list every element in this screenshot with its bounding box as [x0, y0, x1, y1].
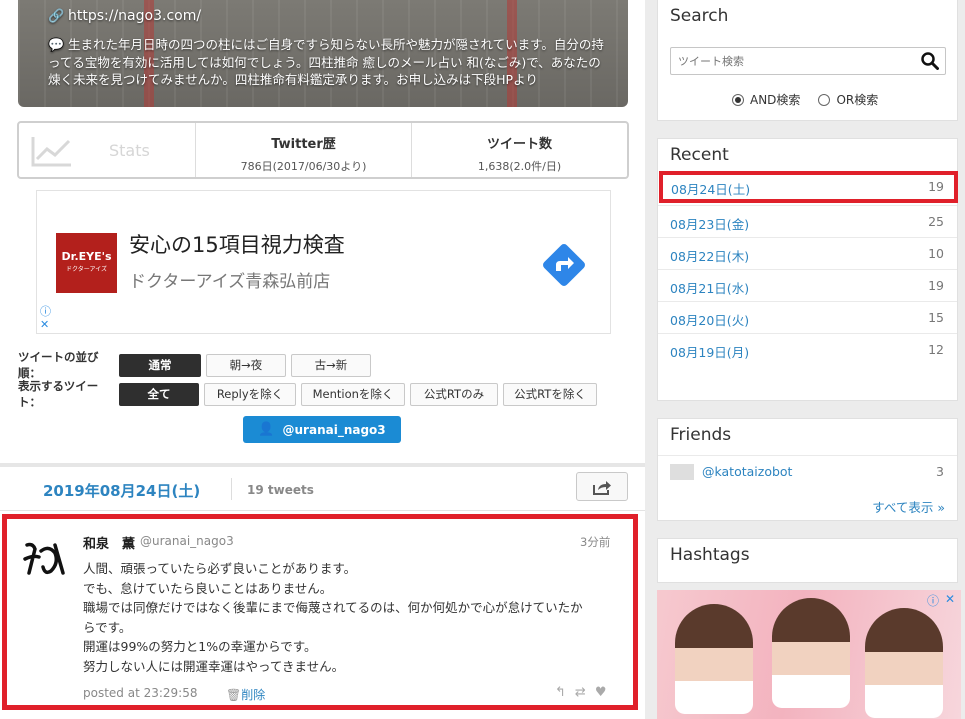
or-search-radio[interactable]: OR検索: [818, 91, 878, 108]
follow-button[interactable]: 👤 @uranai_nago3: [243, 416, 401, 443]
friends-title: Friends: [670, 425, 732, 445]
day-tweet-count: 19 tweets: [247, 483, 314, 497]
tweet-actions: ↰ ⇄ ♥: [555, 685, 606, 700]
profile-banner: 🔗 https://nago3.com/ 💬 生まれた年月日時の四つの柱にはご自身で…: [18, 0, 628, 107]
show-all-link[interactable]: すべて表示 »: [872, 497, 945, 516]
line-chart-icon: [31, 137, 71, 167]
profile-url[interactable]: 🔗 https://nago3.com/: [48, 8, 201, 25]
speech-bubble-icon: 💬: [48, 38, 65, 53]
filter-all-button[interactable]: 全て: [119, 382, 199, 406]
tweet-filter-label: 表示するツイート：: [18, 379, 99, 409]
tweet-time[interactable]: 3分前: [580, 534, 610, 550]
recent-item[interactable]: 08月20日(火) 15: [658, 301, 957, 333]
search-widget: Search AND検索 OR検索: [657, 0, 958, 121]
profile-description: 💬 生まれた年月日時の四つの柱にはご自身ですら知らない長所や魅力が隠されています。…: [48, 37, 604, 87]
directions-arrow-icon[interactable]: [540, 241, 588, 289]
search-mode: AND検索 OR検索: [732, 91, 878, 108]
advertisement[interactable]: Dr.EYE's ドクターアイズ 安心の15項目視力検査 ドクターアイズ青森弘前店…: [36, 190, 611, 334]
ad-info-icon[interactable]: ⓘ: [927, 592, 939, 609]
link-icon: 🔗: [48, 9, 65, 24]
tweet-filter-row: 表示するツイート： 全て Replyを除く Mentionを除く 公式RTのみ …: [18, 378, 602, 410]
ad-close-icon[interactable]: ✕: [40, 318, 49, 331]
ad-logo: Dr.EYE's ドクターアイズ: [56, 233, 117, 293]
recent-item[interactable]: 08月23日(金) 25: [658, 205, 957, 237]
sidebar-advertisement[interactable]: ⓘ ✕: [657, 590, 961, 719]
search-icon[interactable]: [921, 52, 939, 70]
filter-rt-only-button[interactable]: 公式RTのみ: [410, 382, 498, 406]
retweet-icon[interactable]: ⇄: [575, 685, 586, 700]
hashtags-widget: Hashtags: [657, 538, 958, 583]
like-icon[interactable]: ♥: [595, 685, 607, 700]
sort-order-label: ツイートの並び順：: [18, 350, 99, 380]
tweet-count-cell: ツイート数 1,638(2.0件/日): [411, 123, 627, 177]
sidebar: Search AND検索 OR検索 Recent 08月24日(土)19 08月…: [645, 0, 965, 719]
twitter-history-title: Twitter歴: [271, 137, 336, 152]
tweet-author-handle[interactable]: @uranai_nago3: [140, 534, 234, 548]
and-search-radio[interactable]: AND検索: [732, 91, 800, 108]
trash-icon: 🗑: [226, 688, 242, 702]
stats-panel: Stats Twitter歴 786日(2017/06/30より) ツイート数 …: [17, 121, 629, 179]
tweet-card: 和泉 薫 @uranai_nago3 3分前 人間、頑張っていたら必ず良いことが…: [2, 514, 638, 710]
share-icon: [593, 480, 611, 495]
tweet-author-name[interactable]: 和泉 薫: [83, 533, 135, 552]
twitter-history-cell: Twitter歴 786日(2017/06/30より): [195, 123, 411, 177]
ad-info-icon[interactable]: ⓘ: [40, 303, 51, 319]
person-icon: 👤: [258, 422, 275, 437]
avatar[interactable]: [19, 533, 69, 583]
friend-item[interactable]: @katotaizobot 3: [658, 455, 957, 487]
ad-close-icon[interactable]: ✕: [945, 592, 955, 606]
recent-item[interactable]: 08月21日(水) 19: [658, 269, 957, 301]
recent-item[interactable]: 08月24日(土) 19: [659, 171, 958, 203]
stats-label: Stats: [109, 141, 150, 160]
day-date[interactable]: 2019年08月24日(土): [43, 480, 200, 501]
recent-widget: Recent 08月24日(土) 19 08月23日(金) 25 08月22日(木)…: [657, 138, 958, 401]
twitter-history-value: 786日(2017/06/30より): [240, 160, 367, 173]
hashtags-title: Hashtags: [670, 545, 750, 565]
reply-icon[interactable]: ↰: [555, 685, 566, 700]
day-header: 2019年08月24日(土) 19 tweets: [0, 467, 645, 511]
tweet-count-value: 1,638(2.0件/日): [477, 160, 562, 173]
recent-item[interactable]: 08月19日(月) 12: [658, 333, 957, 365]
tweet-text: 人間、頑張っていたら必ず良いことがあります。 でも、怠けていたら良いことはありま…: [83, 561, 583, 674]
follow-button-label: @uranai_nago3: [282, 422, 386, 437]
friend-name[interactable]: @katotaizobot: [702, 464, 792, 479]
sort-old-new-button[interactable]: 古→新: [291, 353, 371, 377]
recent-item[interactable]: 08月22日(木) 10: [658, 237, 957, 269]
main-column: 🔗 https://nago3.com/ 💬 生まれた年月日時の四つの柱にはご自身で…: [0, 0, 645, 719]
sort-order-row: ツイートの並び順： 通常 朝→夜 古→新: [18, 349, 376, 381]
ad-headline[interactable]: 安心の15項目視力検査: [129, 229, 345, 259]
tweet-delete[interactable]: 🗑削除: [226, 686, 265, 703]
tweet-posted-at[interactable]: posted at 23:29:58: [83, 686, 198, 700]
search-field[interactable]: [670, 47, 946, 75]
search-input[interactable]: [671, 48, 911, 74]
share-button[interactable]: [576, 472, 628, 501]
friend-count: 3: [936, 464, 944, 479]
filter-no-reply-button[interactable]: Replyを除く: [204, 382, 296, 406]
friends-widget: Friends @katotaizobot 3 すべて表示 »: [657, 418, 958, 521]
search-title: Search: [670, 6, 729, 26]
sort-morning-night-button[interactable]: 朝→夜: [206, 353, 286, 377]
filter-no-mention-button[interactable]: Mentionを除く: [301, 382, 405, 406]
friend-avatar: [670, 464, 694, 480]
tweet-count-title: ツイート数: [486, 137, 552, 152]
filter-no-rt-button[interactable]: 公式RTを除く: [503, 382, 597, 406]
sort-normal-button[interactable]: 通常: [119, 353, 201, 377]
ad-subtitle: ドクターアイズ青森弘前店: [129, 272, 331, 292]
recent-title: Recent: [670, 145, 729, 165]
stats-label-cell: Stats: [19, 123, 195, 177]
